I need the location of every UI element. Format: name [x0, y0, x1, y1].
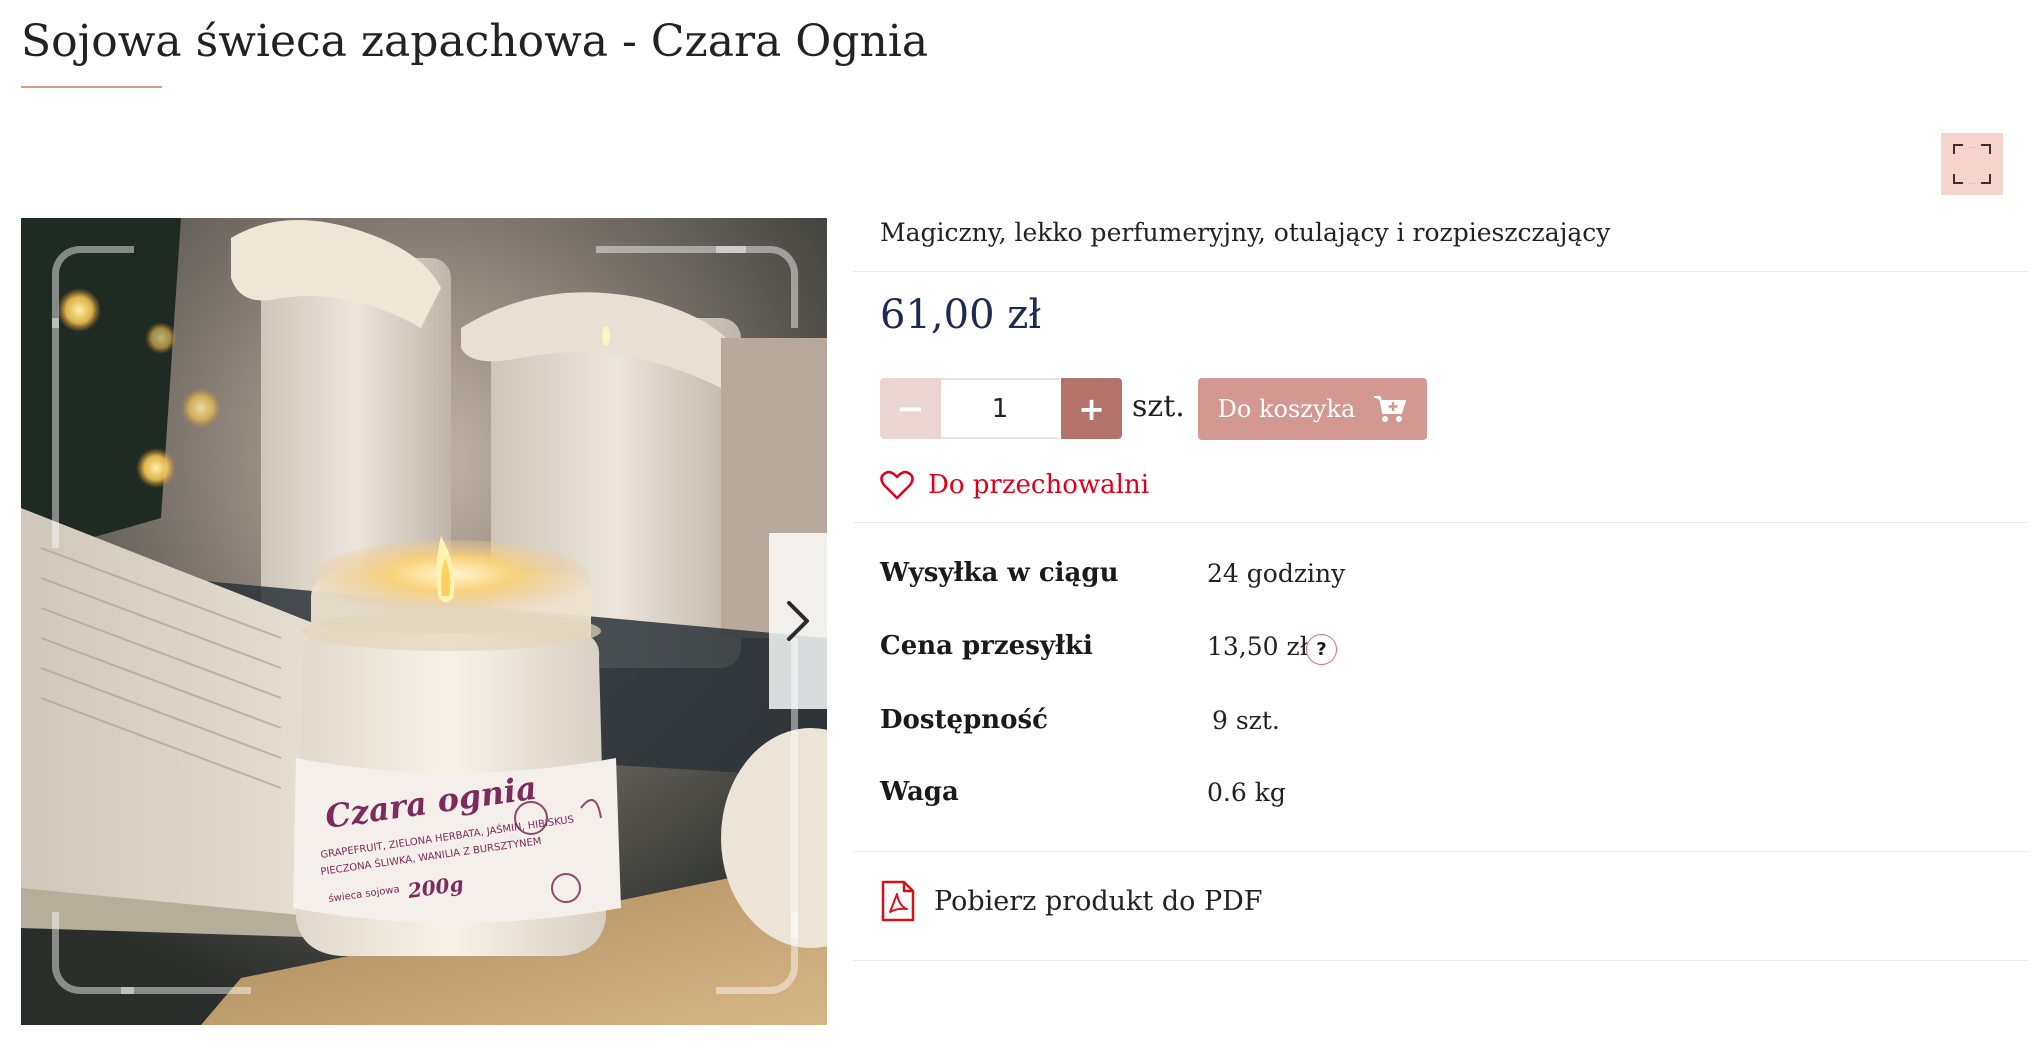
quantity-input[interactable] [941, 378, 1059, 439]
chevron-right-icon [787, 601, 809, 641]
quantity-unit: szt. [1132, 389, 1185, 424]
download-pdf-link[interactable]: Pobierz produkt do PDF [880, 880, 1263, 922]
frame-edge [596, 246, 746, 253]
product-price: 61,00 zł [880, 292, 1042, 338]
shipping-cost-help-icon[interactable]: ? [1306, 634, 1337, 665]
title-underline [21, 86, 162, 88]
shipping-time-label: Wysyłka w ciągu [880, 558, 1119, 588]
availability-value: 9 szt. [1212, 706, 1280, 735]
pdf-icon [881, 880, 915, 922]
frame-edge [121, 987, 251, 994]
shipping-time-value: 24 godziny [1207, 559, 1346, 588]
weight-value: 0.6 kg [1207, 778, 1286, 807]
svg-text:········: ········ [1968, 145, 1976, 149]
frame-corner [52, 912, 134, 994]
product-image[interactable]: Czara ognia GRAPEFRUIT, ZIELONA HERBATA,… [21, 218, 827, 1025]
brand-logo-icon: ········ ········ [1953, 144, 1991, 185]
page-title: Sojowa świeca zapachowa - Czara Ognia [21, 16, 929, 67]
heart-icon [880, 470, 914, 500]
divider [853, 851, 2028, 852]
frame-edge [52, 318, 59, 548]
wishlist-label: Do przechowalni [928, 470, 1150, 500]
cart-plus-icon [1374, 396, 1407, 422]
frame-corner [716, 246, 798, 328]
frame-corner [716, 912, 798, 994]
weight-label: Waga [880, 777, 959, 807]
divider [853, 271, 2028, 272]
frame-corner [52, 246, 134, 328]
plus-icon: + [1078, 389, 1105, 428]
brand-logo[interactable]: ········ ········ [1941, 133, 2003, 195]
product-gallery: Czara ognia GRAPEFRUIT, ZIELONA HERBATA,… [21, 218, 827, 1025]
add-to-wishlist-link[interactable]: Do przechowalni [880, 466, 1149, 504]
divider [853, 960, 2028, 961]
svg-text:········: ········ [1968, 181, 1976, 185]
download-pdf-label: Pobierz produkt do PDF [934, 885, 1263, 917]
shipping-cost-label: Cena przesyłki [880, 631, 1093, 661]
availability-label: Dostępność [880, 705, 1048, 735]
minus-icon: − [896, 388, 925, 429]
short-description: Magiczny, lekko perfumeryjny, otulający … [880, 218, 1611, 247]
add-to-cart-label: Do koszyka [1217, 395, 1356, 423]
shipping-cost-value: 13,50 zł [1207, 632, 1308, 661]
gallery-next-button[interactable] [769, 533, 827, 709]
add-to-cart-button[interactable]: Do koszyka [1198, 378, 1427, 440]
divider [853, 522, 2028, 523]
quantity-decrease-button[interactable]: − [880, 378, 941, 439]
quantity-increase-button[interactable]: + [1061, 378, 1122, 439]
